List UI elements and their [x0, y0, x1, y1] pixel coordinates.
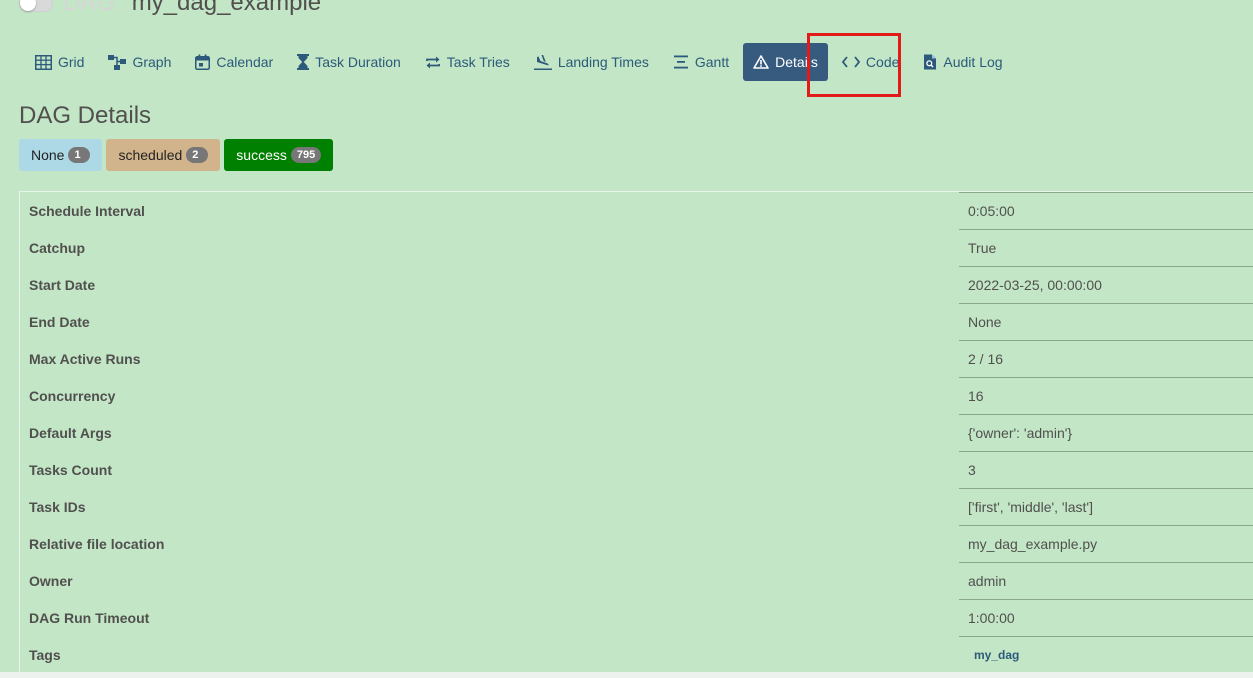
graph-icon — [108, 54, 127, 70]
repeat-icon — [425, 55, 441, 70]
detail-value: 0:05:00 — [959, 192, 1253, 229]
detail-key: Max Active Runs — [29, 350, 141, 367]
gantt-icon — [673, 55, 689, 69]
detail-value: 1:00:00 — [959, 599, 1253, 636]
state-count: 2 — [186, 147, 209, 163]
nav-details[interactable]: Details — [743, 43, 828, 81]
nav-audit-log[interactable]: Audit Log — [913, 43, 1012, 81]
detail-value: 16 — [959, 377, 1253, 414]
nav-gantt[interactable]: Gantt — [663, 43, 739, 81]
nav-graph[interactable]: Graph — [98, 43, 181, 81]
detail-key: Catchup — [29, 239, 85, 256]
dag-header: DAG: my_dag_example — [19, 0, 321, 16]
table-row: DAG Run Timeout 1:00:00 — [20, 599, 1253, 636]
detail-key: Owner — [29, 572, 73, 589]
table-row: Start Date 2022-03-25, 00:00:00 — [20, 266, 1253, 303]
detail-key: Schedule Interval — [29, 202, 145, 219]
nav-code-label: Code — [865, 54, 900, 70]
detail-key: Start Date — [29, 276, 96, 293]
nav-grid-label: Grid — [58, 54, 85, 70]
nav-grid[interactable]: Grid — [25, 43, 94, 81]
nav-details-label: Details — [775, 54, 818, 70]
code-icon — [841, 56, 860, 68]
dag-pause-toggle[interactable] — [19, 0, 53, 12]
table-row: Catchup True — [20, 229, 1253, 266]
bottom-strip — [0, 672, 1253, 678]
nav-graph-label: Graph — [132, 54, 172, 70]
table-row: Schedule Interval 0:05:00 — [20, 192, 1253, 229]
detail-key: Concurrency — [29, 387, 116, 404]
detail-key: Tags — [29, 646, 61, 663]
table-row: Default Args {'owner': 'admin'} — [20, 414, 1253, 451]
dag-id: my_dag_example — [131, 0, 322, 16]
page: DAG: my_dag_example Grid Graph Calendar — [0, 0, 1253, 678]
detail-key: DAG Run Timeout — [29, 609, 150, 626]
plane-landing-icon — [533, 54, 552, 70]
calendar-icon — [195, 54, 211, 70]
hourglass-icon — [297, 54, 310, 70]
nav-landing-times-label: Landing Times — [557, 54, 649, 70]
table-row: Owner admin — [20, 562, 1253, 599]
file-search-icon — [923, 54, 937, 70]
page-title: DAG Details — [19, 102, 152, 129]
detail-key: Default Args — [29, 424, 112, 441]
nav-calendar-label: Calendar — [216, 54, 274, 70]
dag-nav: Grid Graph Calendar Task Duration Task T… — [25, 40, 1017, 84]
nav-task-tries[interactable]: Task Tries — [415, 43, 520, 81]
state-label: success — [236, 147, 287, 163]
state-count: 795 — [290, 147, 322, 163]
detail-value: True — [959, 229, 1253, 266]
state-badge-scheduled[interactable]: scheduled 2 — [106, 139, 221, 171]
nav-landing-times[interactable]: Landing Times — [524, 43, 659, 81]
state-badge-none[interactable]: None 1 — [19, 139, 103, 171]
table-row: Tags my_dag — [20, 636, 1253, 673]
dag-run-states: None 1 scheduled 2 success 795 — [19, 139, 334, 171]
grid-icon — [35, 54, 52, 70]
nav-task-tries-label: Task Tries — [446, 54, 510, 70]
warning-icon — [753, 55, 769, 69]
detail-key: End Date — [29, 313, 90, 330]
nav-task-duration-label: Task Duration — [315, 54, 401, 70]
state-label: None — [31, 147, 65, 163]
table-row: End Date None — [20, 303, 1253, 340]
detail-key: Relative file location — [29, 535, 165, 552]
table-row: Task IDs ['first', 'middle', 'last'] — [20, 488, 1253, 525]
dag-label: DAG: — [63, 0, 122, 16]
detail-key: Tasks Count — [29, 461, 112, 478]
state-count: 1 — [68, 147, 91, 163]
detail-key: Task IDs — [29, 498, 86, 515]
state-badge-success[interactable]: success 795 — [224, 139, 334, 171]
table-row: Concurrency 16 — [20, 377, 1253, 414]
detail-value: None — [959, 303, 1253, 340]
detail-value: 2022-03-25, 00:00:00 — [959, 266, 1253, 303]
table-row: Tasks Count 3 — [20, 451, 1253, 488]
detail-value: 3 — [959, 451, 1253, 488]
detail-value: my_dag_example.py — [959, 525, 1253, 562]
nav-gantt-label: Gantt — [694, 54, 730, 70]
nav-code[interactable]: Code — [832, 43, 909, 81]
detail-value: admin — [959, 562, 1253, 599]
state-label: scheduled — [118, 147, 183, 163]
detail-value: 2 / 16 — [959, 340, 1253, 377]
nav-task-duration[interactable]: Task Duration — [287, 43, 411, 81]
tag-link[interactable]: my_dag — [974, 648, 1019, 662]
detail-value-tags: my_dag — [959, 636, 1253, 673]
table-row: Max Active Runs 2 / 16 — [20, 340, 1253, 377]
detail-value: {'owner': 'admin'} — [959, 414, 1253, 451]
detail-value: ['first', 'middle', 'last'] — [959, 488, 1253, 525]
nav-calendar[interactable]: Calendar — [185, 43, 283, 81]
table-row: Relative file location my_dag_example.py — [20, 525, 1253, 562]
details-table: Schedule Interval 0:05:00 Catchup True S… — [19, 191, 1253, 673]
nav-audit-log-label: Audit Log — [943, 54, 1003, 70]
